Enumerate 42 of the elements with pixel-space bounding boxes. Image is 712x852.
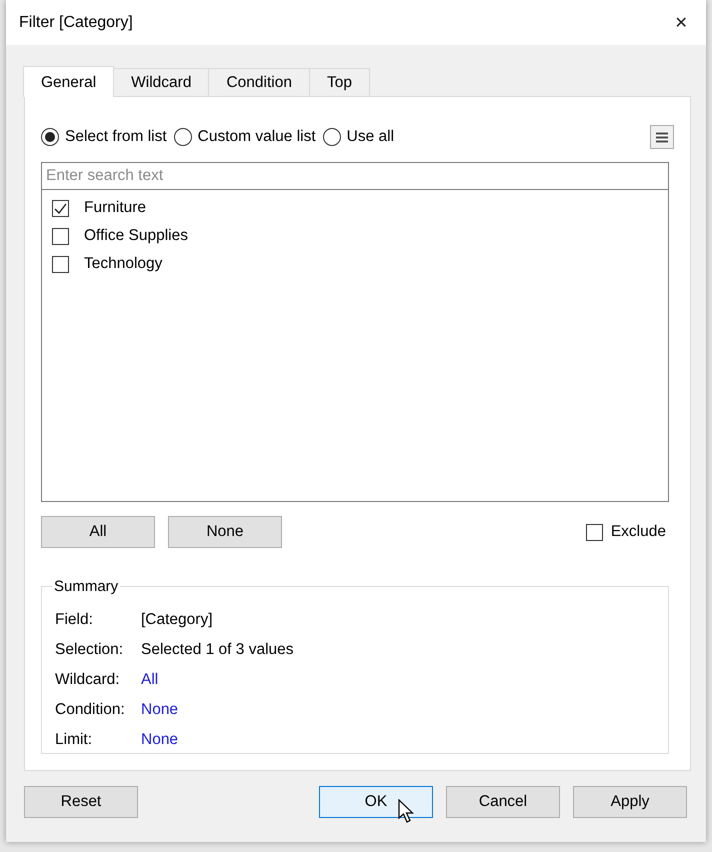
checkbox[interactable] — [586, 524, 603, 540]
summary-link[interactable]: None — [141, 701, 178, 719]
radio-label: Custom value list — [198, 128, 316, 146]
summary-label: Wildcard: — [55, 671, 121, 689]
checkbox[interactable] — [52, 256, 69, 272]
checkbox[interactable] — [52, 200, 69, 216]
summary-link[interactable]: None — [141, 731, 178, 749]
window-title: Filter [Category] — [19, 14, 133, 32]
mouse-pointer-icon — [398, 799, 414, 824]
tab[interactable]: Top — [308, 68, 370, 96]
select-button[interactable]: All — [41, 516, 155, 548]
radio-button[interactable] — [322, 128, 341, 146]
summary-value: [Category] — [141, 611, 213, 629]
radio-option[interactable]: Custom value list — [174, 128, 316, 146]
checkbox-label: Exclude — [610, 523, 666, 541]
summary-link[interactable]: All — [141, 671, 158, 689]
close-button[interactable]: ✕ — [668, 12, 694, 32]
summary-label: Condition: — [55, 701, 126, 719]
dialog-button[interactable]: OK — [319, 786, 433, 818]
dialog-button[interactable]: Cancel — [446, 786, 560, 818]
search-field[interactable]: Enter search text — [41, 162, 669, 190]
radio-button[interactable] — [41, 128, 59, 146]
menu-button[interactable] — [650, 125, 674, 149]
dialog-button[interactable]: Apply — [573, 786, 687, 818]
radio-option[interactable]: Select from list — [41, 128, 167, 146]
menu-icon — [656, 132, 668, 142]
reset-button[interactable]: Reset — [24, 786, 138, 818]
tab[interactable]: General — [23, 66, 114, 97]
list-item-label[interactable]: Technology — [84, 255, 162, 273]
radio-label: Select from list — [65, 128, 167, 146]
checkbox[interactable] — [52, 228, 69, 244]
select-button[interactable]: None — [168, 516, 282, 548]
summary-label: Limit: — [55, 731, 94, 749]
summary-label: Selection: — [55, 641, 124, 659]
radio-label: Use all — [346, 128, 394, 146]
summary-value: Selected 1 of 3 values — [141, 641, 294, 659]
list-item-label[interactable]: Furniture — [84, 199, 146, 217]
summary-label: Field: — [55, 611, 94, 629]
radio-button[interactable] — [174, 128, 192, 146]
radio-option[interactable]: Use all — [322, 128, 394, 146]
group-title: Summary — [53, 578, 120, 595]
list-item-label[interactable]: Office Supplies — [84, 227, 188, 245]
